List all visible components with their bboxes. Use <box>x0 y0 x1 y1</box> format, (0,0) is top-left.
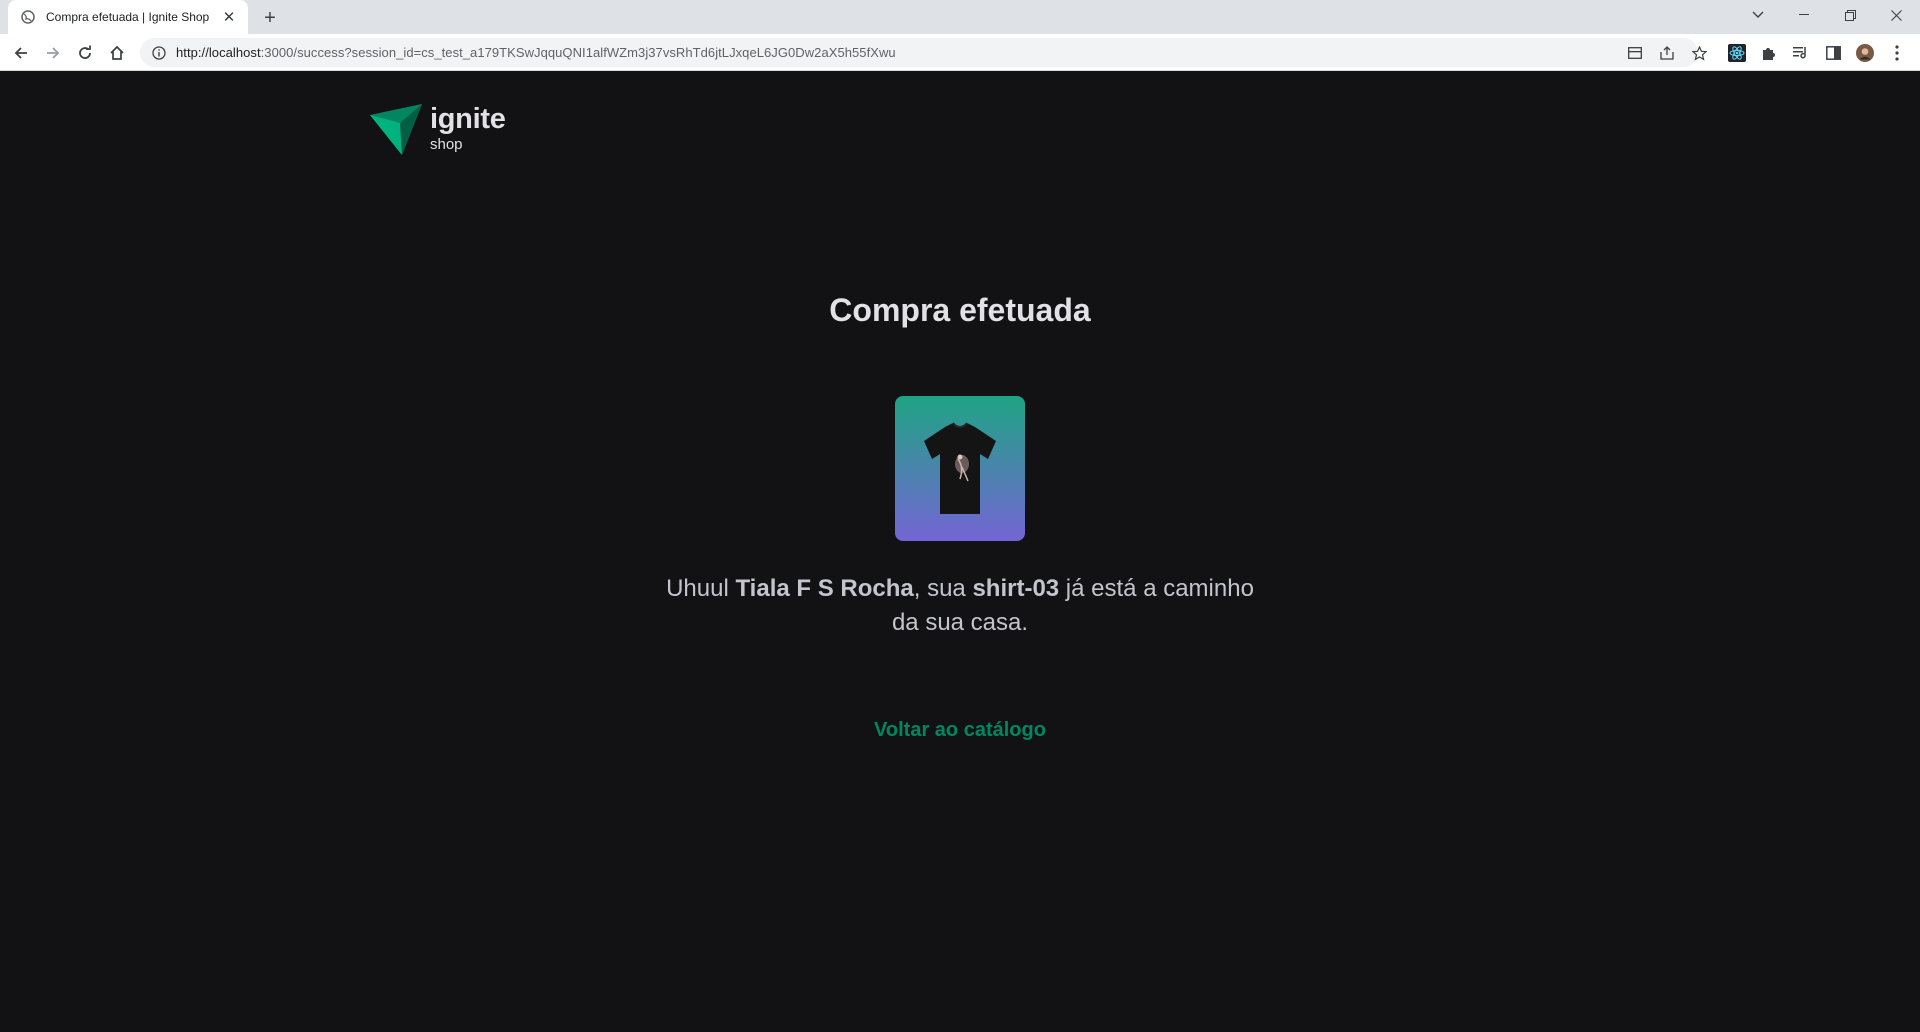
success-message: Uhuul Tiala F S Rocha, sua shirt-03 já e… <box>666 575 1254 636</box>
tab-search-icon[interactable] <box>1735 0 1781 30</box>
tab-strip: Compra efetuada | Ignite Shop ✕ + <box>0 0 1920 34</box>
close-window-icon[interactable] <box>1873 0 1919 30</box>
tshirt-icon <box>924 421 996 514</box>
home-icon[interactable] <box>103 39 131 67</box>
page-content: ignite shop Compra efetuada Uhuul Tiala … <box>0 71 1920 1032</box>
logo-name: ignite <box>430 102 506 135</box>
restore-icon[interactable] <box>1827 0 1873 30</box>
reading-list-icon[interactable] <box>1790 42 1812 64</box>
tab-close-icon[interactable]: ✕ <box>220 8 238 26</box>
share-icon[interactable] <box>1657 43 1677 63</box>
url-text: http://localhost:3000/success?session_id… <box>176 45 896 60</box>
back-to-catalog-link[interactable]: Voltar ao catálogo <box>874 719 1046 741</box>
tab-title: Compra efetuada | Ignite Shop <box>46 10 210 24</box>
page-title: Compra efetuada <box>829 292 1091 328</box>
forward-icon[interactable] <box>39 39 67 67</box>
menu-kebab-icon[interactable] <box>1886 42 1908 64</box>
browser-tab[interactable]: Compra efetuada | Ignite Shop ✕ <box>8 0 248 34</box>
ignite-shop-logo[interactable]: ignite shop <box>370 101 506 155</box>
logo-sub: shop <box>430 135 463 153</box>
site-info-icon[interactable] <box>150 44 168 62</box>
minimize-icon[interactable] <box>1781 0 1827 30</box>
ignite-logo-icon <box>370 104 422 155</box>
back-link-container: Voltar ao catálogo <box>0 719 1920 742</box>
side-panel-icon[interactable] <box>1822 42 1844 64</box>
reader-mode-icon[interactable] <box>1625 43 1645 63</box>
logo-text: ignite shop <box>430 102 506 153</box>
extensions-puzzle-icon[interactable] <box>1758 42 1780 64</box>
bookmark-star-icon[interactable] <box>1689 43 1709 63</box>
customer-name: Tiala F S Rocha <box>735 575 914 602</box>
globe-icon <box>20 9 36 25</box>
profile-avatar-icon[interactable] <box>1854 42 1876 64</box>
reload-icon[interactable] <box>71 39 99 67</box>
product-name: shirt-03 <box>972 575 1060 602</box>
new-tab-icon[interactable]: + <box>258 6 282 30</box>
back-icon[interactable] <box>7 39 35 67</box>
product-image <box>895 396 1025 541</box>
react-devtools-icon[interactable] <box>1726 42 1748 64</box>
browser-toolbar: http://localhost:3000/success?session_id… <box>0 34 1920 71</box>
address-bar[interactable]: http://localhost:3000/success?session_id… <box>140 38 1707 67</box>
